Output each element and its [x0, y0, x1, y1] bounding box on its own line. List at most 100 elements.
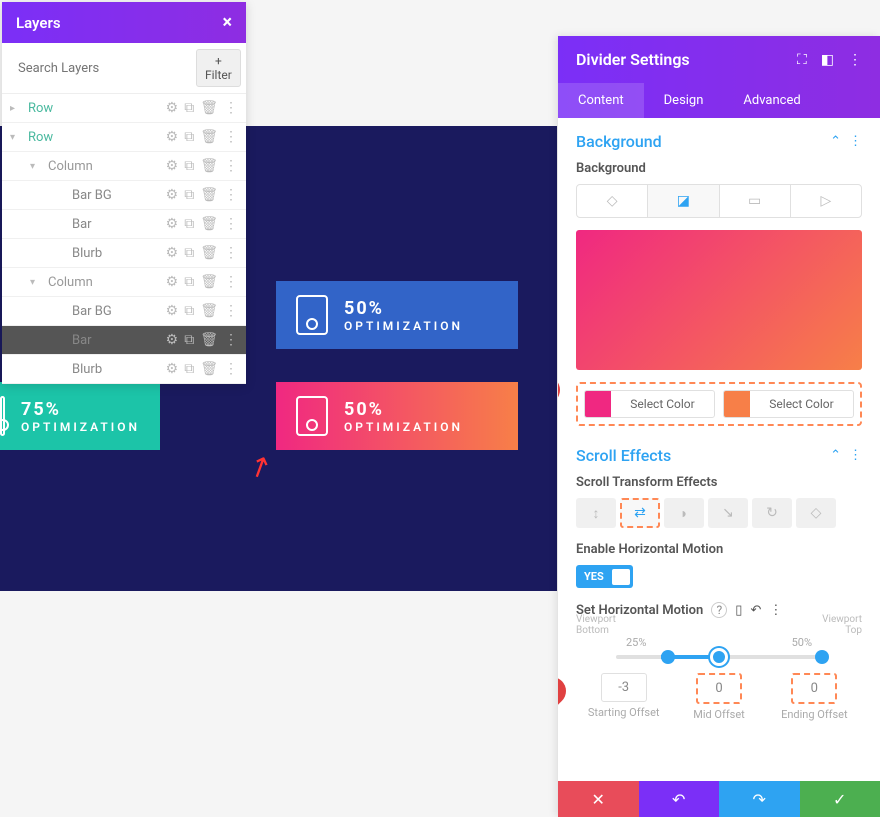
duplicate-icon[interactable]: ⧉ [184, 100, 194, 116]
tab-content[interactable]: Content [558, 83, 644, 118]
more-icon[interactable]: ⋮ [224, 274, 238, 290]
gear-icon[interactable]: ⚙ [166, 274, 179, 290]
panel-icon[interactable]: ◧ [821, 52, 834, 68]
expand-icon[interactable]: ▾ [30, 277, 44, 288]
trash-icon[interactable]: 🗑 [200, 158, 218, 174]
duplicate-icon[interactable]: ⧉ [184, 216, 194, 232]
gear-icon[interactable]: ⚙ [166, 158, 179, 174]
slider-track[interactable] [616, 655, 822, 659]
duplicate-icon[interactable]: ⧉ [184, 245, 194, 261]
trash-icon[interactable]: 🗑 [200, 303, 218, 319]
more-icon[interactable]: ⋮ [849, 134, 862, 149]
more-icon[interactable]: ⋮ [849, 448, 862, 463]
duplicate-icon[interactable]: ⧉ [184, 303, 194, 319]
trash-icon[interactable]: 🗑 [200, 129, 218, 145]
gear-icon[interactable]: ⚙ [166, 216, 179, 232]
confirm-button[interactable]: ✓ [800, 781, 880, 817]
background-label: Background [576, 161, 862, 176]
close-icon[interactable]: × [222, 12, 232, 33]
offset-input[interactable] [601, 673, 647, 702]
collapse-icon[interactable]: ⌃ [830, 134, 841, 149]
collapse-icon[interactable]: ⌃ [830, 448, 841, 463]
offset-row: Starting Offset Mid Offset Ending Offset [576, 673, 862, 721]
tablet-icon [0, 396, 5, 436]
bg-video-icon[interactable]: ▷ [791, 185, 861, 217]
slider-handle-end[interactable] [815, 650, 829, 664]
select-color-2[interactable]: Select Color [723, 390, 854, 418]
filter-button[interactable]: + Filter [196, 49, 241, 87]
layer-row[interactable]: Blurb ⚙ ⧉ 🗑 ⋮ [2, 239, 246, 268]
gear-icon[interactable]: ⚙ [166, 100, 179, 116]
select-color-1[interactable]: Select Color [584, 390, 715, 418]
more-icon[interactable]: ⋮ [224, 332, 238, 348]
layer-row[interactable]: Bar BG ⚙ ⧉ 🗑 ⋮ [2, 181, 246, 210]
more-icon[interactable]: ⋮ [224, 129, 238, 145]
tab-advanced[interactable]: Advanced [723, 83, 820, 118]
cancel-button[interactable]: ✕ [558, 781, 639, 817]
gear-icon[interactable]: ⚙ [166, 303, 179, 319]
duplicate-icon[interactable]: ⧉ [184, 332, 194, 348]
gear-icon[interactable]: ⚙ [166, 129, 179, 145]
trash-icon[interactable]: 🗑 [200, 245, 218, 261]
trash-icon[interactable]: 🗑 [200, 332, 218, 348]
layer-row[interactable]: Blurb ⚙ ⧉ 🗑 ⋮ [2, 355, 246, 384]
expand-icon[interactable]: ▾ [10, 132, 24, 143]
trash-icon[interactable]: 🗑 [200, 216, 218, 232]
bg-gradient-icon[interactable]: ◪ [648, 185, 719, 217]
swatch-2 [724, 391, 750, 417]
layer-row[interactable]: ▾ Column ⚙ ⧉ 🗑 ⋮ [2, 268, 246, 297]
bar-pink[interactable]: 50% OPTIMIZATION [276, 382, 518, 450]
rotate-icon[interactable]: ↻ [752, 498, 792, 528]
trash-icon[interactable]: 🗑 [200, 187, 218, 203]
duplicate-icon[interactable]: ⧉ [184, 129, 194, 145]
gear-icon[interactable]: ⚙ [166, 361, 179, 377]
more-icon[interactable]: ⋮ [224, 303, 238, 319]
trash-icon[interactable]: 🗑 [200, 100, 218, 116]
expand-icon[interactable]: ▾ [30, 161, 44, 172]
horizontal-icon[interactable]: ⇄ [620, 498, 660, 528]
more-icon[interactable]: ⋮ [848, 52, 862, 68]
scale-icon[interactable]: ↘ [708, 498, 748, 528]
trash-icon[interactable]: 🗑 [200, 274, 218, 290]
blur-icon[interactable]: ◗ [664, 498, 704, 528]
undo-button[interactable]: ↶ [639, 781, 720, 817]
section-scroll[interactable]: Scroll Effects ⌃⋮ [576, 446, 862, 465]
layer-row[interactable]: ▾ Row ⚙ ⧉ 🗑 ⋮ [2, 123, 246, 152]
gear-icon[interactable]: ⚙ [166, 245, 179, 261]
redo-button[interactable]: ↷ [719, 781, 800, 817]
trash-icon[interactable]: 🗑 [200, 361, 218, 377]
bg-color-icon[interactable]: ◇ [577, 185, 648, 217]
expand-icon[interactable]: ▸ [10, 103, 24, 114]
gear-icon[interactable]: ⚙ [166, 332, 179, 348]
duplicate-icon[interactable]: ⧉ [184, 187, 194, 203]
section-background[interactable]: Background ⌃⋮ [576, 132, 862, 151]
duplicate-icon[interactable]: ⧉ [184, 158, 194, 174]
more-icon[interactable]: ⋮ [224, 245, 238, 261]
more-icon[interactable]: ⋮ [224, 216, 238, 232]
more-icon[interactable]: ⋮ [224, 100, 238, 116]
layer-row[interactable]: ▸ Row ⚙ ⧉ 🗑 ⋮ [2, 94, 246, 123]
expand-icon[interactable]: ⛶ [797, 52, 807, 68]
more-icon[interactable]: ⋮ [224, 158, 238, 174]
gear-icon[interactable]: ⚙ [166, 187, 179, 203]
fade-icon[interactable]: ◇ [796, 498, 836, 528]
layer-row[interactable]: Bar ⚙ ⧉ 🗑 ⋮ [2, 210, 246, 239]
more-icon[interactable]: ⋮ [224, 187, 238, 203]
bar-blue[interactable]: 50% OPTIMIZATION [276, 281, 518, 349]
offset-input[interactable] [696, 673, 742, 704]
toggle-horizontal[interactable]: YES [576, 565, 633, 588]
duplicate-icon[interactable]: ⧉ [184, 274, 194, 290]
vertical-icon[interactable]: ↕ [576, 498, 616, 528]
slider-handle-start[interactable] [661, 650, 675, 664]
bar-teal[interactable]: 75% OPTIMIZATION [0, 382, 160, 450]
tab-design[interactable]: Design [644, 83, 724, 118]
layer-row[interactable]: ▾ Column ⚙ ⧉ 🗑 ⋮ [2, 152, 246, 181]
layer-row[interactable]: Bar ⚙ ⧉ 🗑 ⋮ [2, 326, 246, 355]
offset-input[interactable] [791, 673, 837, 704]
slider-handle-mid[interactable] [710, 648, 728, 666]
duplicate-icon[interactable]: ⧉ [184, 361, 194, 377]
more-icon[interactable]: ⋮ [224, 361, 238, 377]
search-input[interactable] [12, 55, 190, 82]
layer-row[interactable]: Bar BG ⚙ ⧉ 🗑 ⋮ [2, 297, 246, 326]
bg-image-icon[interactable]: ▭ [720, 185, 791, 217]
